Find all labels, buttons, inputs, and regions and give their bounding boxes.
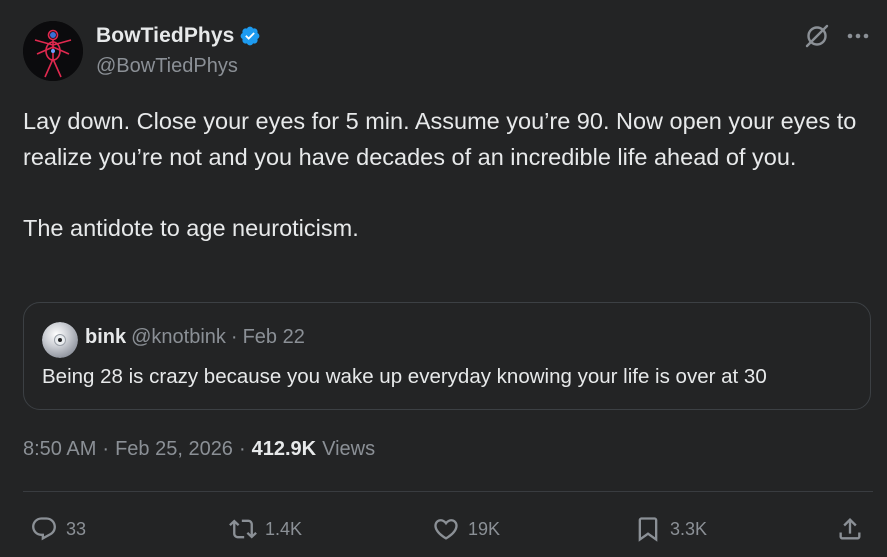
like-icon (434, 519, 458, 540)
divider (23, 491, 873, 492)
reply-button[interactable]: 33 (30, 511, 86, 547)
tweet-meta: 8:50 AM · Feb 25, 2026 · 412.9K Views (23, 438, 375, 461)
share-icon (839, 518, 861, 540)
repost-button[interactable]: 1.4K (229, 511, 302, 547)
like-count: 19K (468, 518, 501, 539)
repost-count: 1.4K (265, 518, 303, 539)
reply-count: 33 (66, 518, 87, 539)
quote-author-handle: @knotbink (131, 326, 226, 348)
quote-avatar (42, 322, 78, 358)
bookmark-button[interactable]: 3.3K (634, 511, 707, 547)
meta-separator: · (238, 438, 246, 460)
tweet-time[interactable]: 8:50 AM (23, 438, 96, 461)
more-icon[interactable] (844, 22, 872, 50)
quote-separator: · (230, 326, 238, 348)
meta-separator: · (102, 438, 110, 460)
reply-icon (32, 517, 56, 541)
verified-badge-icon (241, 26, 260, 46)
views-count: 412.9K (251, 438, 317, 460)
tweet-paragraph: The antidote to age neuroticism. (23, 215, 359, 241)
views-label: Views (322, 438, 376, 460)
share-button[interactable] (836, 511, 864, 547)
author-display-name[interactable]: BowTiedPhys (96, 24, 234, 48)
tweet-paragraph: Lay down. Close your eyes for 5 min. Ass… (23, 108, 857, 170)
tweet-date[interactable]: Feb 25, 2026 (115, 438, 233, 461)
quote-author-name: bink (85, 326, 127, 348)
tweet-text: Lay down. Close your eyes for 5 min. Ass… (23, 104, 873, 247)
quote-date: Feb 22 (242, 326, 305, 348)
quote-header: bink @knotbink · Feb 22 (85, 326, 305, 349)
quoted-tweet[interactable]: bink @knotbink · Feb 22 Being 28 is craz… (23, 302, 871, 410)
author-handle[interactable]: @BowTiedPhys (96, 55, 238, 78)
like-button[interactable]: 19K (432, 511, 500, 547)
author-name-row: BowTiedPhys (96, 24, 261, 48)
author-avatar[interactable] (23, 21, 83, 81)
quote-text: Being 28 is crazy because you wake up ev… (42, 365, 767, 388)
bookmark-icon (638, 517, 658, 542)
grok-icon[interactable] (804, 23, 830, 49)
bookmark-count: 3.3K (670, 518, 708, 539)
repost-icon (229, 519, 257, 539)
